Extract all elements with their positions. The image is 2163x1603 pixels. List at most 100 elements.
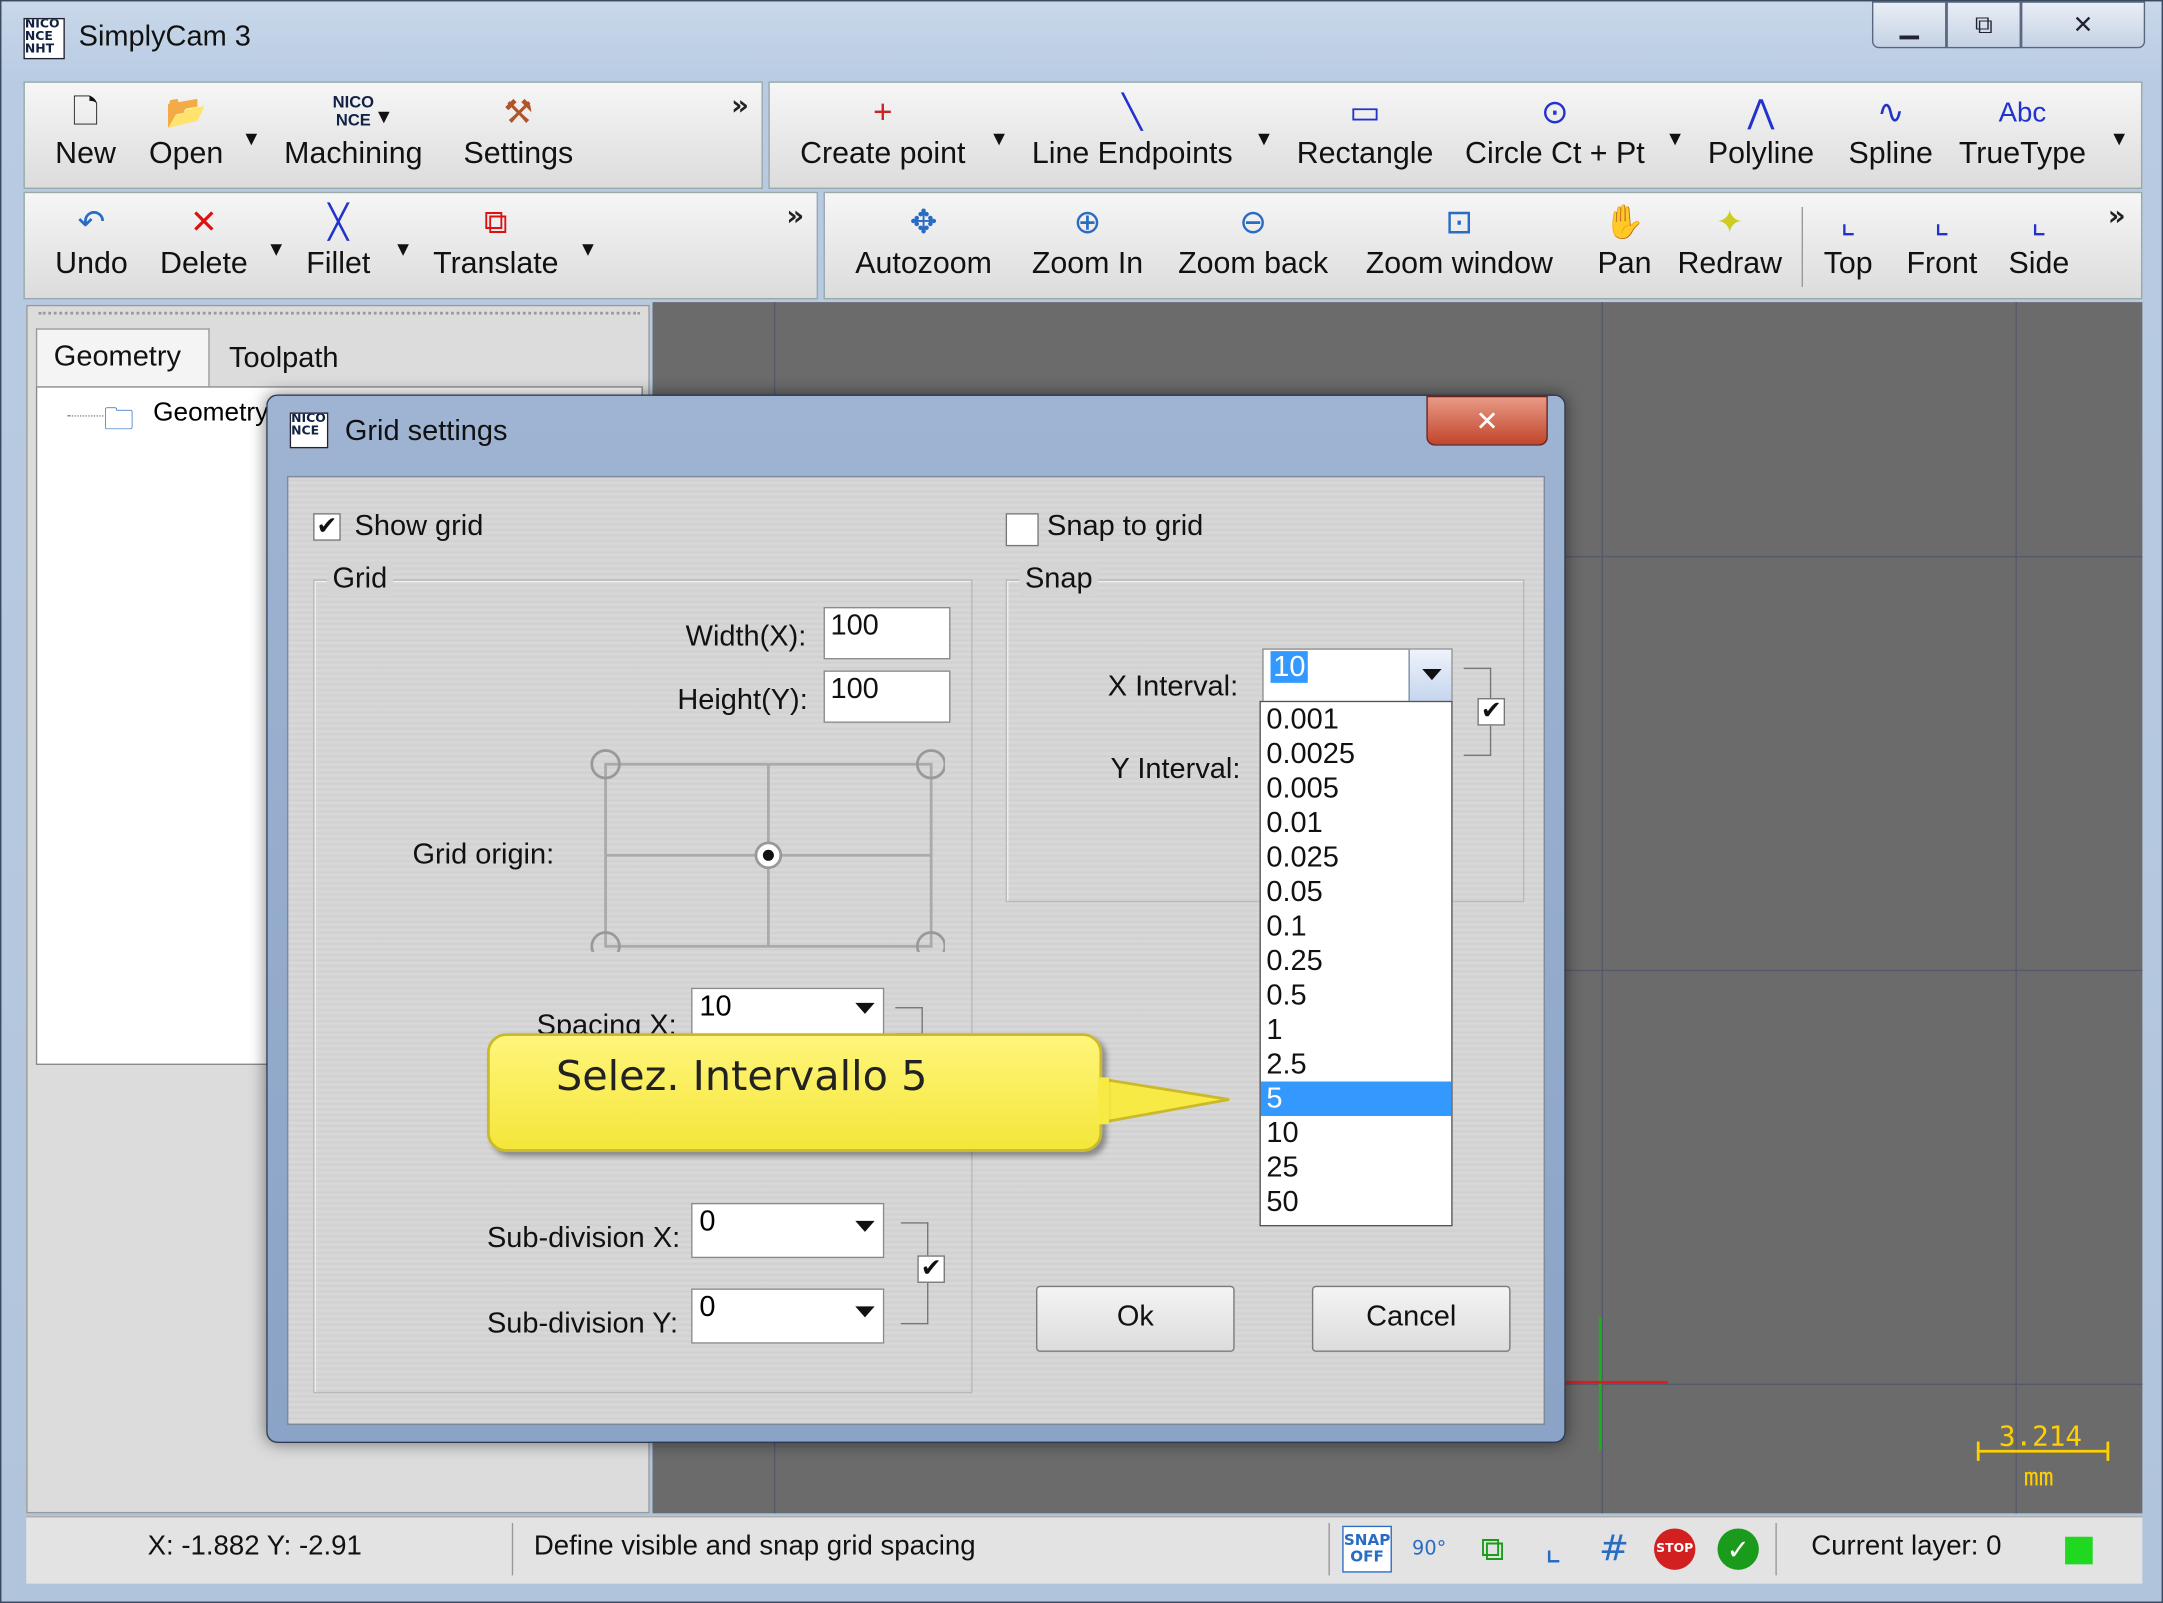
interval-option[interactable]: 1 [1261,1013,1451,1047]
layers-icon[interactable]: ⧉ [1469,1526,1516,1573]
open-button[interactable]: 📂 Open [149,94,223,171]
status-separator [1328,1522,1330,1576]
hammer-icon: ⚒ [503,93,534,132]
pan-button[interactable]: ✋ Pan [1597,204,1651,281]
new-button[interactable]: 🗋 New [55,94,116,171]
circle-icon: ⊙ [1540,93,1569,132]
truetype-button[interactable]: Abc TrueType [1959,94,2086,171]
interval-option[interactable]: 50 [1261,1185,1451,1219]
tree-line [67,415,104,417]
minimize-button[interactable]: ▁ [1871,1,1947,49]
tab-geometry[interactable]: Geometry [35,328,210,388]
snap-to-grid-checkbox[interactable] [1005,513,1039,547]
status-bar: X: -1.882 Y: -2.91 Define visible and sn… [26,1516,2143,1584]
machining-button[interactable]: NICO NCE Machining [284,93,422,171]
subdivision-x-select[interactable]: 0 [691,1202,885,1259]
toolbar-separator [1801,206,1804,287]
maximize-button[interactable]: ⧉ [1946,1,2021,49]
interval-option[interactable]: 0.1 [1261,909,1451,943]
grid-line [1601,302,1603,1514]
interval-option[interactable]: 2.5 [1261,1047,1451,1081]
circle-button[interactable]: ⊙ Circle Ct + Pt [1465,94,1645,171]
autozoom-icon: ✥ [909,204,938,242]
snap-group-label: Snap [1019,562,1099,596]
dialog-close-button[interactable]: ✕ [1426,395,1548,446]
truetype-dropdown-arrow[interactable]: ▼ [2113,130,2125,148]
callout-joint [1098,1077,1110,1125]
new-file-icon: 🗋 [72,93,99,132]
zoom-in-button[interactable]: ⊕ Zoom In [1032,204,1143,281]
interval-option[interactable]: 10 [1261,1116,1451,1150]
tab-toolpath[interactable]: Toolpath [210,334,376,386]
x-interval-options-list[interactable]: 0.001 0.0025 0.005 0.01 0.025 0.05 0.1 0.25 0.5 1… [1259,700,1453,1227]
chevron-down-icon [855,1220,875,1232]
create-point-dropdown-arrow[interactable]: ▼ [993,130,1005,148]
translate-dropdown-arrow[interactable]: ▼ [582,240,594,258]
circle-dropdown-arrow[interactable]: ▼ [1669,130,1681,148]
grid-origin-picker[interactable] [586,745,945,952]
create-point-button[interactable]: + Create point [800,94,965,171]
open-dropdown-arrow[interactable]: ▼ [246,130,258,148]
angle-snap-icon[interactable]: 90° [1406,1526,1453,1573]
interval-option[interactable]: 0.005 [1261,771,1451,805]
subdivision-y-select[interactable]: 0 [691,1288,885,1344]
check-icon[interactable]: ✓ [1717,1528,1759,1570]
polyline-button[interactable]: ⋀ Polyline [1708,94,1814,171]
interval-option[interactable]: 25 [1261,1151,1451,1185]
rectangle-button[interactable]: ▭ Rectangle [1297,94,1434,171]
subdivision-link-checkbox[interactable]: ✔ [917,1255,945,1283]
draw-toolbar: + Create point ▼ ╲ Line Endpoints ▼ ▭ Recta… [768,81,2143,189]
scale-bar-tick [2106,1441,2110,1461]
interval-option[interactable]: 0.001 [1261,702,1451,736]
app-logo-icon: NICO NCE NHT [23,17,65,60]
interval-option[interactable]: 0.0025 [1261,737,1451,771]
translate-button[interactable]: ⧉ Translate [433,204,558,281]
interval-link-checkbox[interactable]: ✔ [1477,698,1506,726]
toolbar-overflow-chevron[interactable]: » [786,199,804,232]
interval-option[interactable]: 0.01 [1261,806,1451,840]
axis-icon[interactable]: ⌞ [1530,1526,1577,1573]
chevron-down-icon [1422,669,1442,681]
interval-option[interactable]: 5 [1260,1081,1452,1117]
x-interval-dropdown-button[interactable] [1408,649,1452,703]
fillet-dropdown-arrow[interactable]: ▼ [397,240,409,258]
line-endpoints-button[interactable]: ╲ Line Endpoints [1032,94,1233,171]
fillet-button[interactable]: ╳ Fillet [306,204,370,281]
x-interval-select[interactable]: 10 [1262,648,1453,704]
snap-off-icon[interactable]: SNAP OFF [1342,1525,1392,1573]
interval-option[interactable]: 0.5 [1261,978,1451,1012]
front-view-button[interactable]: ⌞ Front [1906,204,1977,281]
zoom-back-button[interactable]: ⊖ Zoom back [1178,204,1328,281]
close-button[interactable]: ✕ [2020,1,2146,49]
interval-option[interactable]: 0.025 [1261,840,1451,874]
machining-dropdown-arrow[interactable]: ▼ [378,108,390,126]
toolbar-overflow-chevron[interactable]: » [2108,199,2126,232]
scale-bar-tick [1976,1441,1980,1461]
delete-dropdown-arrow[interactable]: ▼ [270,240,282,258]
redraw-button[interactable]: ✦ Redraw [1677,204,1782,281]
height-input[interactable]: 100 [823,670,951,723]
width-input[interactable]: 100 [823,606,951,660]
stop-icon[interactable]: STOP [1654,1528,1696,1570]
side-view-button[interactable]: ⌞ Side [2009,204,2070,281]
delete-button[interactable]: ✕ Delete [160,204,248,281]
interval-option[interactable]: 0.25 [1261,944,1451,978]
ok-button[interactable]: Ok [1036,1285,1235,1352]
show-grid-checkbox[interactable]: ✔ [313,513,341,541]
maximize-icon: ⧉ [1974,10,1993,40]
grid-icon[interactable]: # [1591,1526,1638,1573]
zoom-in-icon: ⊕ [1073,204,1102,242]
top-view-button[interactable]: ⌞ Top [1824,204,1873,281]
tree-item-geometry[interactable]: Geometry [153,399,268,429]
autozoom-button[interactable]: ✥ Autozoom [855,204,992,281]
undo-button[interactable]: ↶ Undo [55,204,128,281]
spacing-link-bracket [895,1007,923,1035]
line-dropdown-arrow[interactable]: ▼ [1258,130,1270,148]
toolbar-overflow-chevron[interactable]: » [731,88,749,121]
zoom-window-button[interactable]: ⊡ Zoom window [1366,204,1553,281]
settings-button[interactable]: ⚒ Settings [464,94,574,171]
cancel-button[interactable]: Cancel [1311,1285,1511,1352]
spline-button[interactable]: ∿ Spline [1849,94,1933,171]
tab-toolpath-label: Toolpath [228,342,339,374]
interval-option[interactable]: 0.05 [1261,875,1451,909]
